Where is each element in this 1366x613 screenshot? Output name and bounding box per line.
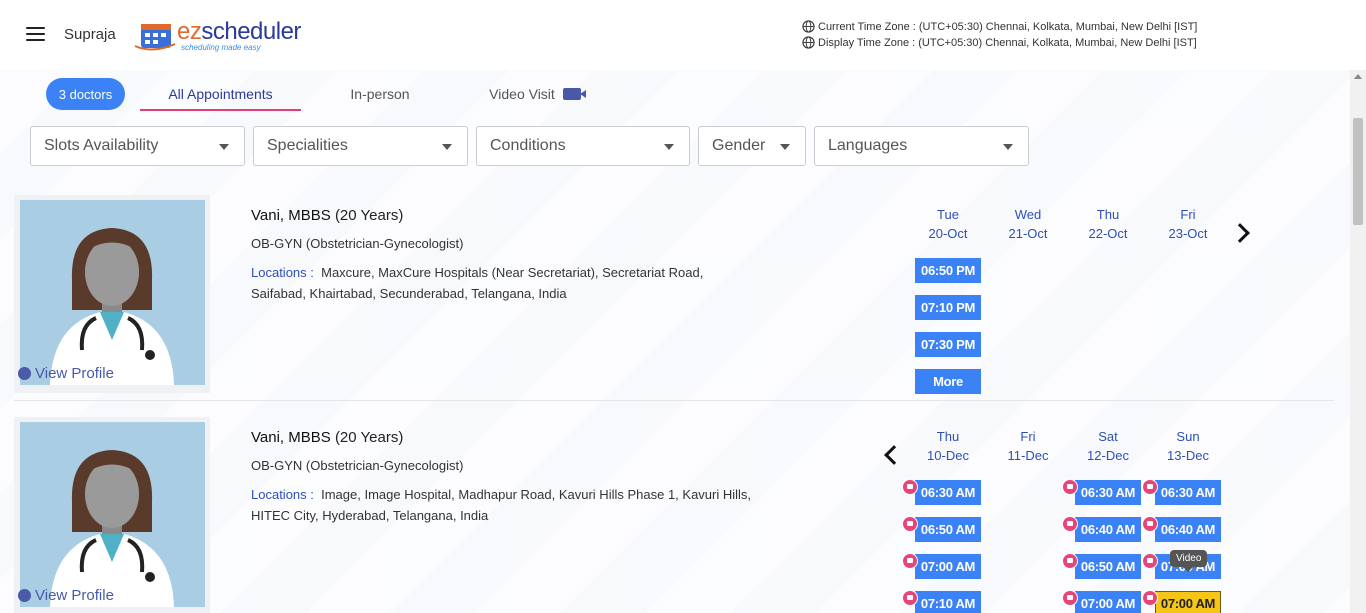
doctor-specialty: OB-GYN (Obstetrician-Gynecologist) (251, 458, 464, 473)
slots-availability-dropdown[interactable]: Slots Availability (30, 126, 245, 166)
display-timezone-text: Display Time Zone : (UTC+05:30) Chennai,… (818, 36, 1197, 49)
time-slot[interactable]: 07:00 AM (915, 554, 981, 579)
slots-availability-label: Slots Availability (44, 137, 159, 154)
doctor-name: Vani, MBBS (20 Years) (251, 429, 404, 446)
doctor-illustration (50, 228, 174, 385)
user-name: Supraja (64, 26, 116, 43)
tab-all-appointments[interactable]: All Appointments (140, 78, 301, 111)
video-badge-icon (1142, 553, 1158, 569)
tab-video-visit[interactable]: Video Visit (470, 78, 600, 110)
video-badge-icon (1142, 590, 1158, 606)
globe-icon (802, 20, 815, 33)
day-header: Thu 10-Dec (927, 429, 969, 463)
video-badge-icon (902, 590, 918, 606)
time-slot[interactable]: 06:30 AM (915, 480, 981, 505)
current-timezone-text: Current Time Zone : (UTC+05:30) Chennai,… (818, 20, 1198, 33)
time-slot[interactable]: 06:40 AM (1155, 517, 1221, 542)
tab-video-label: Video Visit (489, 86, 555, 102)
doctor-photo-frame: View Profile (14, 195, 210, 393)
doctor-locations: Locations : Image, Image Hospital, Madha… (251, 487, 752, 523)
conditions-label: Conditions (490, 137, 566, 154)
previous-week-arrow[interactable] (884, 445, 904, 465)
time-slot[interactable]: 06:50 AM (915, 517, 981, 542)
current-timezone: Current Time Zone : (UTC+05:30) Chennai,… (802, 20, 1197, 33)
next-week-arrow[interactable] (1230, 223, 1250, 243)
day-header: Thu 22-Oct (1088, 207, 1128, 241)
time-slot[interactable]: 07:10 PM (915, 295, 981, 320)
doctor-avatar (20, 422, 205, 607)
day-header: Wed 21-Oct (1008, 207, 1048, 241)
time-slot-selected[interactable]: 07:00 AM (1155, 591, 1221, 613)
display-timezone: Display Time Zone : (UTC+05:30) Chennai,… (802, 36, 1197, 49)
view-profile-link[interactable]: View Profile (18, 365, 114, 382)
video-badge-icon (1062, 479, 1078, 495)
doctor-card: View Profile Vani, MBBS (20 Years) OB-GY… (14, 195, 1334, 401)
day-header: Sun 13-Dec (1167, 429, 1209, 463)
user-circle-icon (18, 589, 31, 602)
video-badge-icon (1062, 553, 1078, 569)
logo-tagline: scheduling made easy (181, 43, 261, 52)
chevron-down-icon (1003, 144, 1013, 150)
video-badge-icon (902, 553, 918, 569)
chevron-down-icon (664, 144, 674, 150)
globe-icon (802, 36, 815, 49)
view-profile-link[interactable]: View Profile (18, 587, 114, 604)
doctor-locations: Locations : Maxcure, MaxCure Hospitals (… (251, 265, 704, 301)
doctor-avatar (20, 200, 205, 385)
languages-label: Languages (828, 137, 908, 154)
vertical-scrollbar[interactable] (1350, 70, 1366, 613)
time-slot[interactable]: 06:30 AM (1155, 480, 1221, 505)
day-header: Tue 20-Oct (928, 207, 968, 241)
time-slot[interactable]: 06:50 PM (915, 258, 981, 283)
more-slots-button[interactable]: More (915, 369, 981, 394)
header: Supraja ezscheduler scheduling made easy… (0, 0, 1366, 70)
doctor-name: Vani, MBBS (20 Years) (251, 207, 404, 224)
specialities-dropdown[interactable]: Specialities (253, 126, 468, 166)
chevron-down-icon (780, 144, 790, 150)
gender-label: Gender (712, 137, 766, 154)
video-badge-icon (1142, 516, 1158, 532)
menu-icon[interactable] (26, 27, 45, 42)
gender-dropdown[interactable]: Gender (698, 126, 806, 166)
doctor-card: View Profile Vani, MBBS (20 Years) OB-GY… (14, 417, 1334, 613)
video-tooltip: Video (1170, 550, 1208, 572)
view-profile-label: View Profile (35, 587, 114, 604)
video-badge-icon (1062, 590, 1078, 606)
specialities-label: Specialities (267, 137, 348, 154)
chevron-down-icon (442, 144, 452, 150)
day-header: Fri 11-Dec (1007, 429, 1049, 463)
day-header: Fri 23-Oct (1168, 207, 1208, 241)
video-badge-icon (1142, 479, 1158, 495)
day-header: Sat 12-Dec (1087, 429, 1129, 463)
video-badge-icon (1062, 516, 1078, 532)
time-slot[interactable]: 06:40 AM (1075, 517, 1141, 542)
time-slot[interactable]: 06:50 AM (1075, 554, 1141, 579)
doctors-count-button[interactable]: 3 doctors (46, 78, 125, 110)
view-profile-label: View Profile (35, 365, 114, 382)
doctor-photo-frame: View Profile (14, 417, 210, 613)
time-slot[interactable]: 07:10 AM (915, 591, 981, 613)
video-badge-icon (902, 516, 918, 532)
calendar-logo-icon (134, 24, 176, 51)
time-slot[interactable]: 06:30 AM (1075, 480, 1141, 505)
time-slot[interactable]: 07:00 AM (1075, 591, 1141, 613)
video-camera-icon (562, 88, 586, 100)
scrollbar-thumb[interactable] (1353, 118, 1363, 225)
logo[interactable]: ezscheduler scheduling made easy (133, 14, 308, 54)
user-circle-icon (18, 367, 31, 380)
logo-text: ezscheduler (177, 18, 301, 45)
doctor-specialty: OB-GYN (Obstetrician-Gynecologist) (251, 236, 464, 251)
doctor-illustration (50, 450, 174, 607)
languages-dropdown[interactable]: Languages (814, 126, 1029, 166)
scroll-up-arrow-icon[interactable] (1354, 74, 1362, 79)
page: Supraja ezscheduler scheduling made easy… (0, 0, 1366, 613)
chevron-down-icon (219, 144, 229, 150)
video-badge-icon (902, 479, 918, 495)
time-slot[interactable]: 07:30 PM (915, 332, 981, 357)
conditions-dropdown[interactable]: Conditions (476, 126, 690, 166)
tab-in-person[interactable]: In-person (330, 78, 430, 110)
